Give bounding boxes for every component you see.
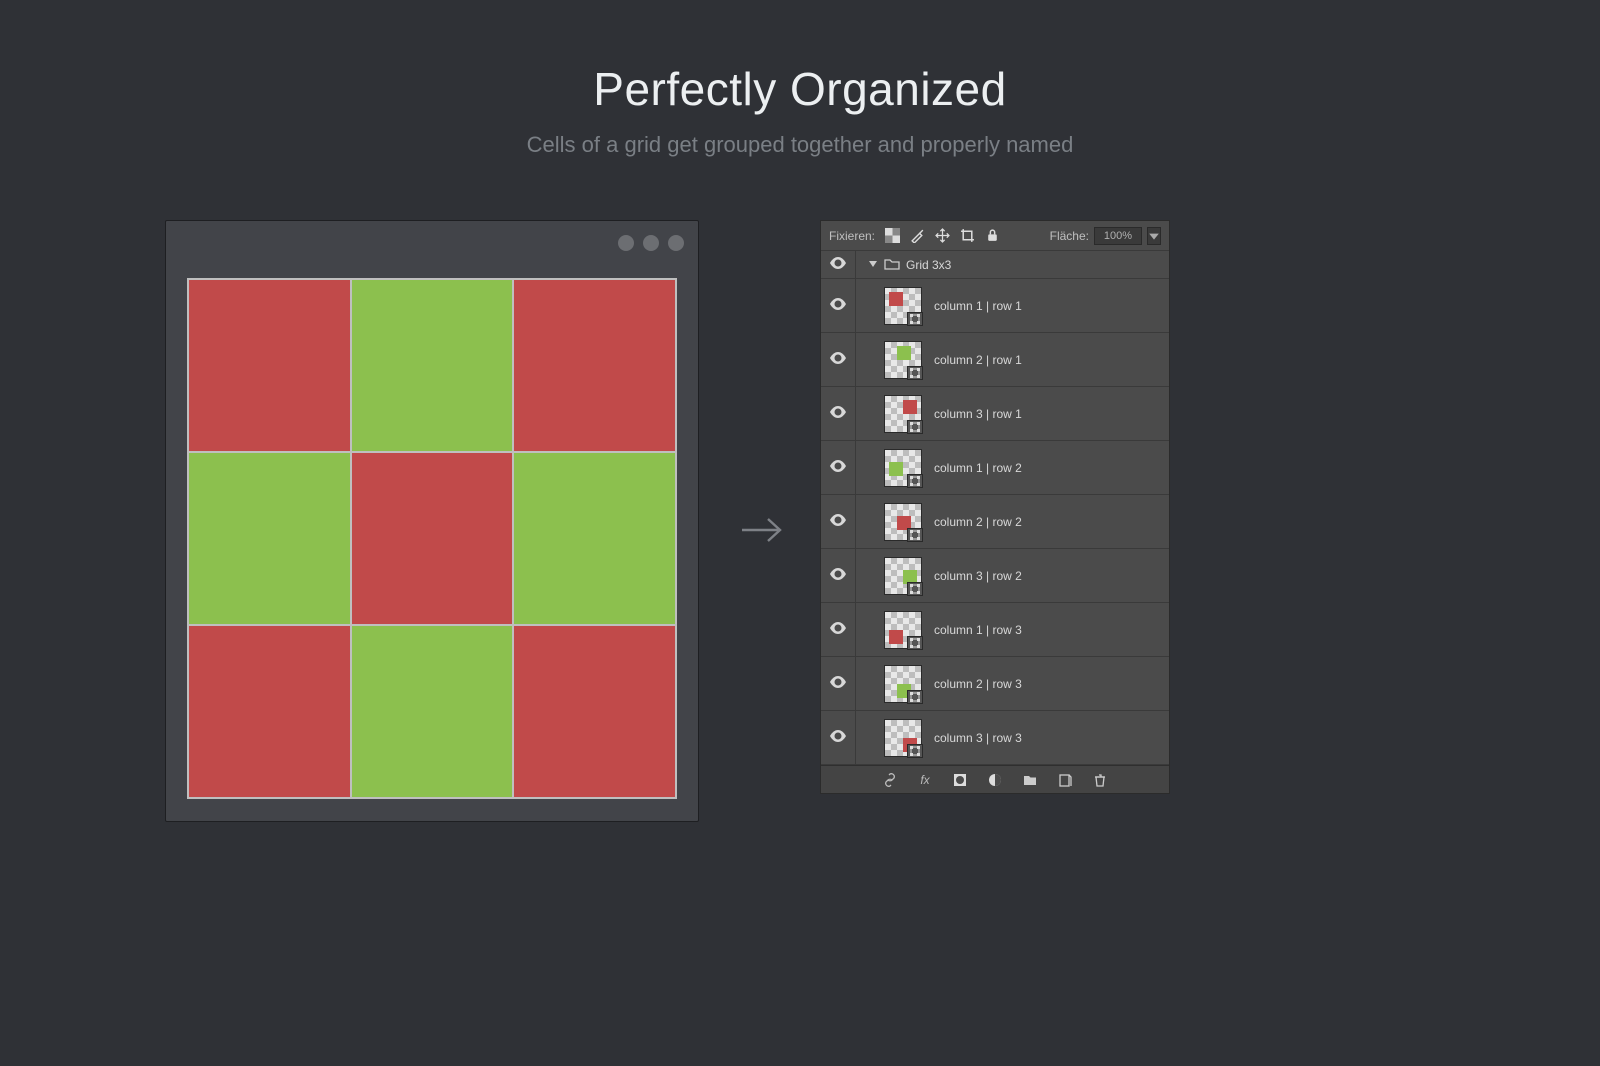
vector-mask-icon xyxy=(907,636,923,650)
trash-icon[interactable] xyxy=(1093,772,1108,787)
layer-thumbnail xyxy=(884,719,922,757)
window-dot-icon xyxy=(643,235,659,251)
mask-icon[interactable] xyxy=(953,772,968,787)
grid-cell xyxy=(189,626,350,797)
vector-mask-icon xyxy=(907,474,923,488)
layer-name: column 3 | row 2 xyxy=(934,569,1022,583)
group-name: Grid 3x3 xyxy=(906,258,951,272)
eye-icon[interactable] xyxy=(830,676,846,691)
eye-icon[interactable] xyxy=(830,622,846,637)
layer-thumbnail xyxy=(884,449,922,487)
grid-cell xyxy=(189,280,350,451)
fx-icon[interactable]: fx xyxy=(918,772,933,787)
vector-mask-icon xyxy=(907,690,923,704)
new-layer-icon[interactable] xyxy=(1058,772,1073,787)
grid-canvas xyxy=(187,278,677,799)
layer-row[interactable]: column 3 | row 3 xyxy=(821,711,1169,765)
layer-thumbnail xyxy=(884,503,922,541)
layer-thumbnail xyxy=(884,611,922,649)
layer-row[interactable]: column 1 | row 3 xyxy=(821,603,1169,657)
eye-icon[interactable] xyxy=(830,514,846,529)
page-subtitle: Cells of a grid get grouped together and… xyxy=(0,132,1600,158)
mock-window xyxy=(165,220,699,822)
vector-mask-icon xyxy=(907,312,923,326)
eye-icon[interactable] xyxy=(830,406,846,421)
crop-icon[interactable] xyxy=(960,228,975,243)
layer-name: column 1 | row 2 xyxy=(934,461,1022,475)
layer-thumbnail xyxy=(884,557,922,595)
grid-cell xyxy=(514,626,675,797)
grid-cell xyxy=(352,280,513,451)
eye-icon[interactable] xyxy=(830,298,846,313)
grid-cell xyxy=(514,280,675,451)
layer-name: column 3 | row 1 xyxy=(934,407,1022,421)
eye-icon[interactable] xyxy=(830,568,846,583)
page-title: Perfectly Organized xyxy=(0,62,1600,116)
layers-panel: Fixieren: Fläche: 100% xyxy=(820,220,1170,794)
layer-name: column 2 | row 1 xyxy=(934,353,1022,367)
checkerboard-icon[interactable] xyxy=(885,228,900,243)
layer-row[interactable]: column 2 | row 3 xyxy=(821,657,1169,711)
vector-mask-icon xyxy=(907,366,923,380)
lock-row-label: Fixieren: xyxy=(829,229,875,243)
grid-cell xyxy=(352,453,513,624)
layer-thumbnail-swatch xyxy=(889,292,903,306)
vector-mask-icon xyxy=(907,528,923,542)
layer-name: column 1 | row 3 xyxy=(934,623,1022,637)
layer-row[interactable]: column 1 | row 2 xyxy=(821,441,1169,495)
layer-row[interactable]: column 1 | row 1 xyxy=(821,279,1169,333)
layer-thumbnail-swatch xyxy=(889,462,903,476)
window-controls xyxy=(618,235,684,251)
layers-panel-footer: fx xyxy=(821,765,1169,793)
vector-mask-icon xyxy=(907,582,923,596)
layer-thumbnail xyxy=(884,341,922,379)
lock-icon[interactable] xyxy=(985,228,1000,243)
fill-opacity-field[interactable]: Fläche: 100% xyxy=(1050,227,1161,245)
eye-icon[interactable] xyxy=(830,257,846,272)
adjust-icon[interactable] xyxy=(988,772,1003,787)
vector-mask-icon xyxy=(907,420,923,434)
grid-cell xyxy=(352,626,513,797)
chevron-down-icon[interactable] xyxy=(868,258,878,272)
eye-icon[interactable] xyxy=(830,460,846,475)
fill-value[interactable]: 100% xyxy=(1094,227,1142,245)
folder-icon xyxy=(884,257,900,273)
layer-group-row[interactable]: Grid 3x3 xyxy=(821,251,1169,279)
arrow-right-icon xyxy=(740,514,784,551)
fill-label: Fläche: xyxy=(1050,229,1089,243)
layer-thumbnail-swatch xyxy=(889,630,903,644)
chevron-down-icon[interactable] xyxy=(1147,227,1161,245)
window-titlebar xyxy=(166,221,698,265)
grid-cell xyxy=(514,453,675,624)
eye-icon[interactable] xyxy=(830,352,846,367)
layer-row[interactable]: column 3 | row 2 xyxy=(821,549,1169,603)
layer-name: column 3 | row 3 xyxy=(934,731,1022,745)
layer-thumbnail xyxy=(884,665,922,703)
layer-thumbnail xyxy=(884,287,922,325)
layers-panel-toolbar: Fixieren: Fläche: 100% xyxy=(821,221,1169,251)
layer-thumbnail-swatch xyxy=(897,346,911,360)
brush-icon[interactable] xyxy=(910,228,925,243)
folder-icon[interactable] xyxy=(1023,772,1038,787)
eye-icon[interactable] xyxy=(830,730,846,745)
link-icon[interactable] xyxy=(883,772,898,787)
layer-thumbnail xyxy=(884,395,922,433)
grid-cell xyxy=(189,453,350,624)
move-icon[interactable] xyxy=(935,228,950,243)
layer-row[interactable]: column 2 | row 2 xyxy=(821,495,1169,549)
window-dot-icon xyxy=(668,235,684,251)
window-dot-icon xyxy=(618,235,634,251)
layer-name: column 2 | row 2 xyxy=(934,515,1022,529)
layer-name: column 2 | row 3 xyxy=(934,677,1022,691)
layer-row[interactable]: column 3 | row 1 xyxy=(821,387,1169,441)
layer-thumbnail-swatch xyxy=(903,400,917,414)
layer-name: column 1 | row 1 xyxy=(934,299,1022,313)
vector-mask-icon xyxy=(907,744,923,758)
layer-row[interactable]: column 2 | row 1 xyxy=(821,333,1169,387)
